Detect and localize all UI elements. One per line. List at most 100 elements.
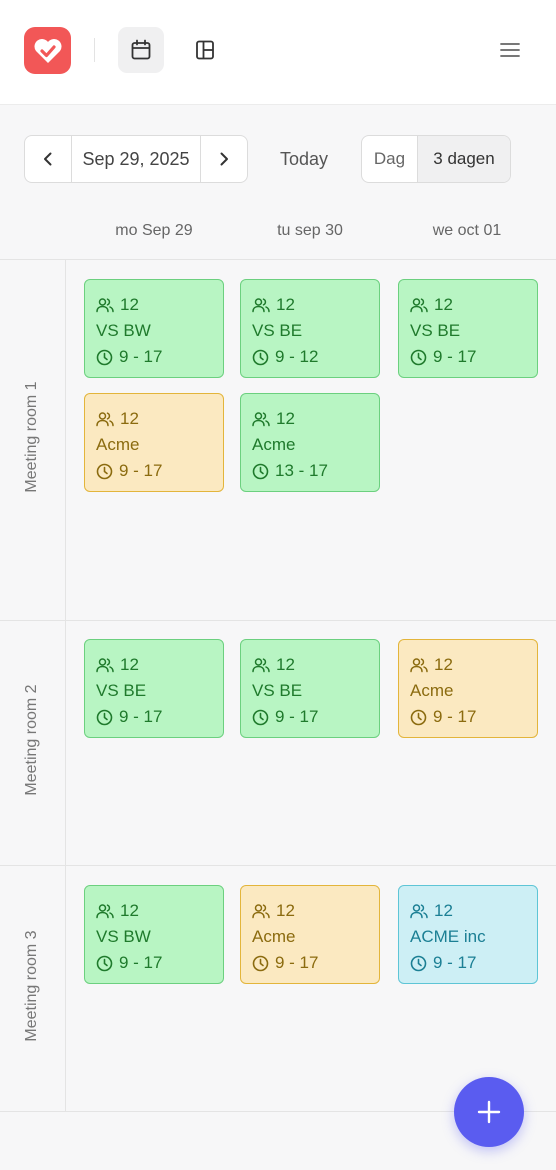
booking-time: 9 - 17: [96, 458, 212, 484]
attendee-count: 12: [434, 901, 453, 920]
people-icon: [252, 298, 270, 313]
day-header-1: mo Sep 29: [115, 222, 193, 239]
booking-time: 9 - 17: [410, 950, 526, 976]
attendee-count: 12: [120, 295, 139, 314]
people-icon: [252, 904, 270, 919]
grid-divider: [0, 259, 556, 260]
booking-title: VS BW: [96, 321, 151, 340]
attendee-count: 12: [276, 409, 295, 428]
app-logo[interactable]: [24, 27, 71, 74]
booking-attendees: 12: [96, 292, 212, 318]
people-icon: [96, 904, 114, 919]
booking-card[interactable]: 12 VS BE 9 - 17: [398, 279, 538, 378]
view-toggle: Dag 3 dagen: [361, 135, 511, 183]
booking-time: 9 - 17: [252, 950, 368, 976]
booking-attendees: 12: [410, 292, 526, 318]
previous-date-button[interactable]: [25, 136, 72, 182]
people-icon: [96, 658, 114, 673]
booking-title: VS BE: [96, 681, 147, 700]
people-icon: [96, 298, 114, 313]
booking-title: Acme: [252, 927, 296, 946]
booking-title: VS BE: [252, 681, 303, 700]
booking-card[interactable]: 12 VS BW 9 - 17: [84, 885, 224, 984]
time-range: 9 - 12: [275, 347, 319, 366]
booking-card[interactable]: 12 VS BE 9 - 17: [240, 639, 380, 738]
booking-card[interactable]: 12 Acme 9 - 17: [240, 885, 380, 984]
people-icon: [410, 904, 428, 919]
time-range: 9 - 17: [275, 953, 319, 972]
people-icon: [252, 412, 270, 427]
booking-card[interactable]: 12 Acme 13 - 17: [240, 393, 380, 492]
booking-card[interactable]: 12 VS BE 9 - 17: [84, 639, 224, 738]
clock-icon: [96, 709, 113, 725]
clock-icon: [410, 955, 427, 971]
room-label-3: Meeting room 3: [23, 930, 40, 1042]
time-range: 9 - 17: [433, 953, 477, 972]
booking-attendees: 12: [252, 292, 368, 318]
chevron-right-icon: [220, 152, 228, 166]
clock-icon: [96, 463, 113, 479]
booking-card[interactable]: 12 Acme 9 - 17: [398, 639, 538, 738]
add-booking-button[interactable]: [454, 1077, 524, 1147]
attendee-count: 12: [120, 409, 139, 428]
booking-time: 9 - 17: [96, 704, 212, 730]
booking-title: VS BW: [96, 927, 151, 946]
grid-divider: [0, 865, 556, 866]
day-header-2: tu sep 30: [277, 222, 343, 239]
time-range: 9 - 17: [275, 707, 319, 726]
booking-attendees: 12: [410, 898, 526, 924]
hamburger-menu-icon: [500, 43, 520, 57]
booking-attendees: 12: [252, 652, 368, 678]
next-date-button[interactable]: [200, 136, 247, 182]
time-range: 9 - 17: [433, 707, 477, 726]
clock-icon: [410, 349, 427, 365]
attendee-count: 12: [434, 295, 453, 314]
booking-attendees: 12: [96, 898, 212, 924]
menu-button[interactable]: [494, 34, 526, 66]
toolbar-divider: [94, 38, 95, 62]
clock-icon: [252, 349, 269, 365]
clock-icon: [252, 709, 269, 725]
booking-attendees: 12: [410, 652, 526, 678]
people-icon: [410, 658, 428, 673]
heart-check-logo-icon: [34, 38, 61, 63]
people-icon: [96, 412, 114, 427]
room-column-divider: [65, 260, 66, 1112]
view-option-dag[interactable]: Dag: [362, 136, 418, 182]
booking-time: 13 - 17: [252, 458, 368, 484]
time-range: 13 - 17: [275, 461, 328, 480]
booking-title: VS BE: [252, 321, 303, 340]
today-button[interactable]: Today: [268, 135, 340, 183]
chevron-left-icon: [44, 152, 52, 166]
booking-title: VS BE: [410, 321, 461, 340]
calendar-icon: [131, 39, 151, 60]
booking-title: ACME inc: [410, 927, 486, 946]
clock-icon: [96, 349, 113, 365]
board-icon: [196, 40, 214, 60]
booking-card[interactable]: 12 ACME inc 9 - 17: [398, 885, 538, 984]
day-header-3: we oct 01: [432, 222, 502, 239]
attendee-count: 12: [276, 295, 295, 314]
booking-time: 9 - 17: [410, 704, 526, 730]
booking-attendees: 12: [252, 898, 368, 924]
booking-card[interactable]: 12 VS BE 9 - 12: [240, 279, 380, 378]
booking-time: 9 - 17: [96, 950, 212, 976]
time-range: 9 - 17: [119, 347, 163, 366]
booking-card[interactable]: 12 VS BW 9 - 17: [84, 279, 224, 378]
board-view-button[interactable]: [182, 27, 228, 73]
time-range: 9 - 17: [119, 461, 163, 480]
booking-time: 9 - 12: [252, 344, 368, 370]
attendee-count: 12: [120, 655, 139, 674]
date-navigator: Sep 29, 2025: [24, 135, 248, 183]
booking-attendees: 12: [96, 652, 212, 678]
room-label-1: Meeting room 1: [23, 381, 40, 493]
current-date[interactable]: Sep 29, 2025: [72, 136, 200, 182]
clock-icon: [410, 709, 427, 725]
booking-time: 9 - 17: [96, 344, 212, 370]
booking-card[interactable]: 12 Acme 9 - 17: [84, 393, 224, 492]
calendar-view-button[interactable]: [118, 27, 164, 73]
plus-icon: [477, 1100, 501, 1124]
view-option-3-dagen[interactable]: 3 dagen: [418, 136, 510, 182]
booking-attendees: 12: [252, 406, 368, 432]
attendee-count: 12: [120, 901, 139, 920]
